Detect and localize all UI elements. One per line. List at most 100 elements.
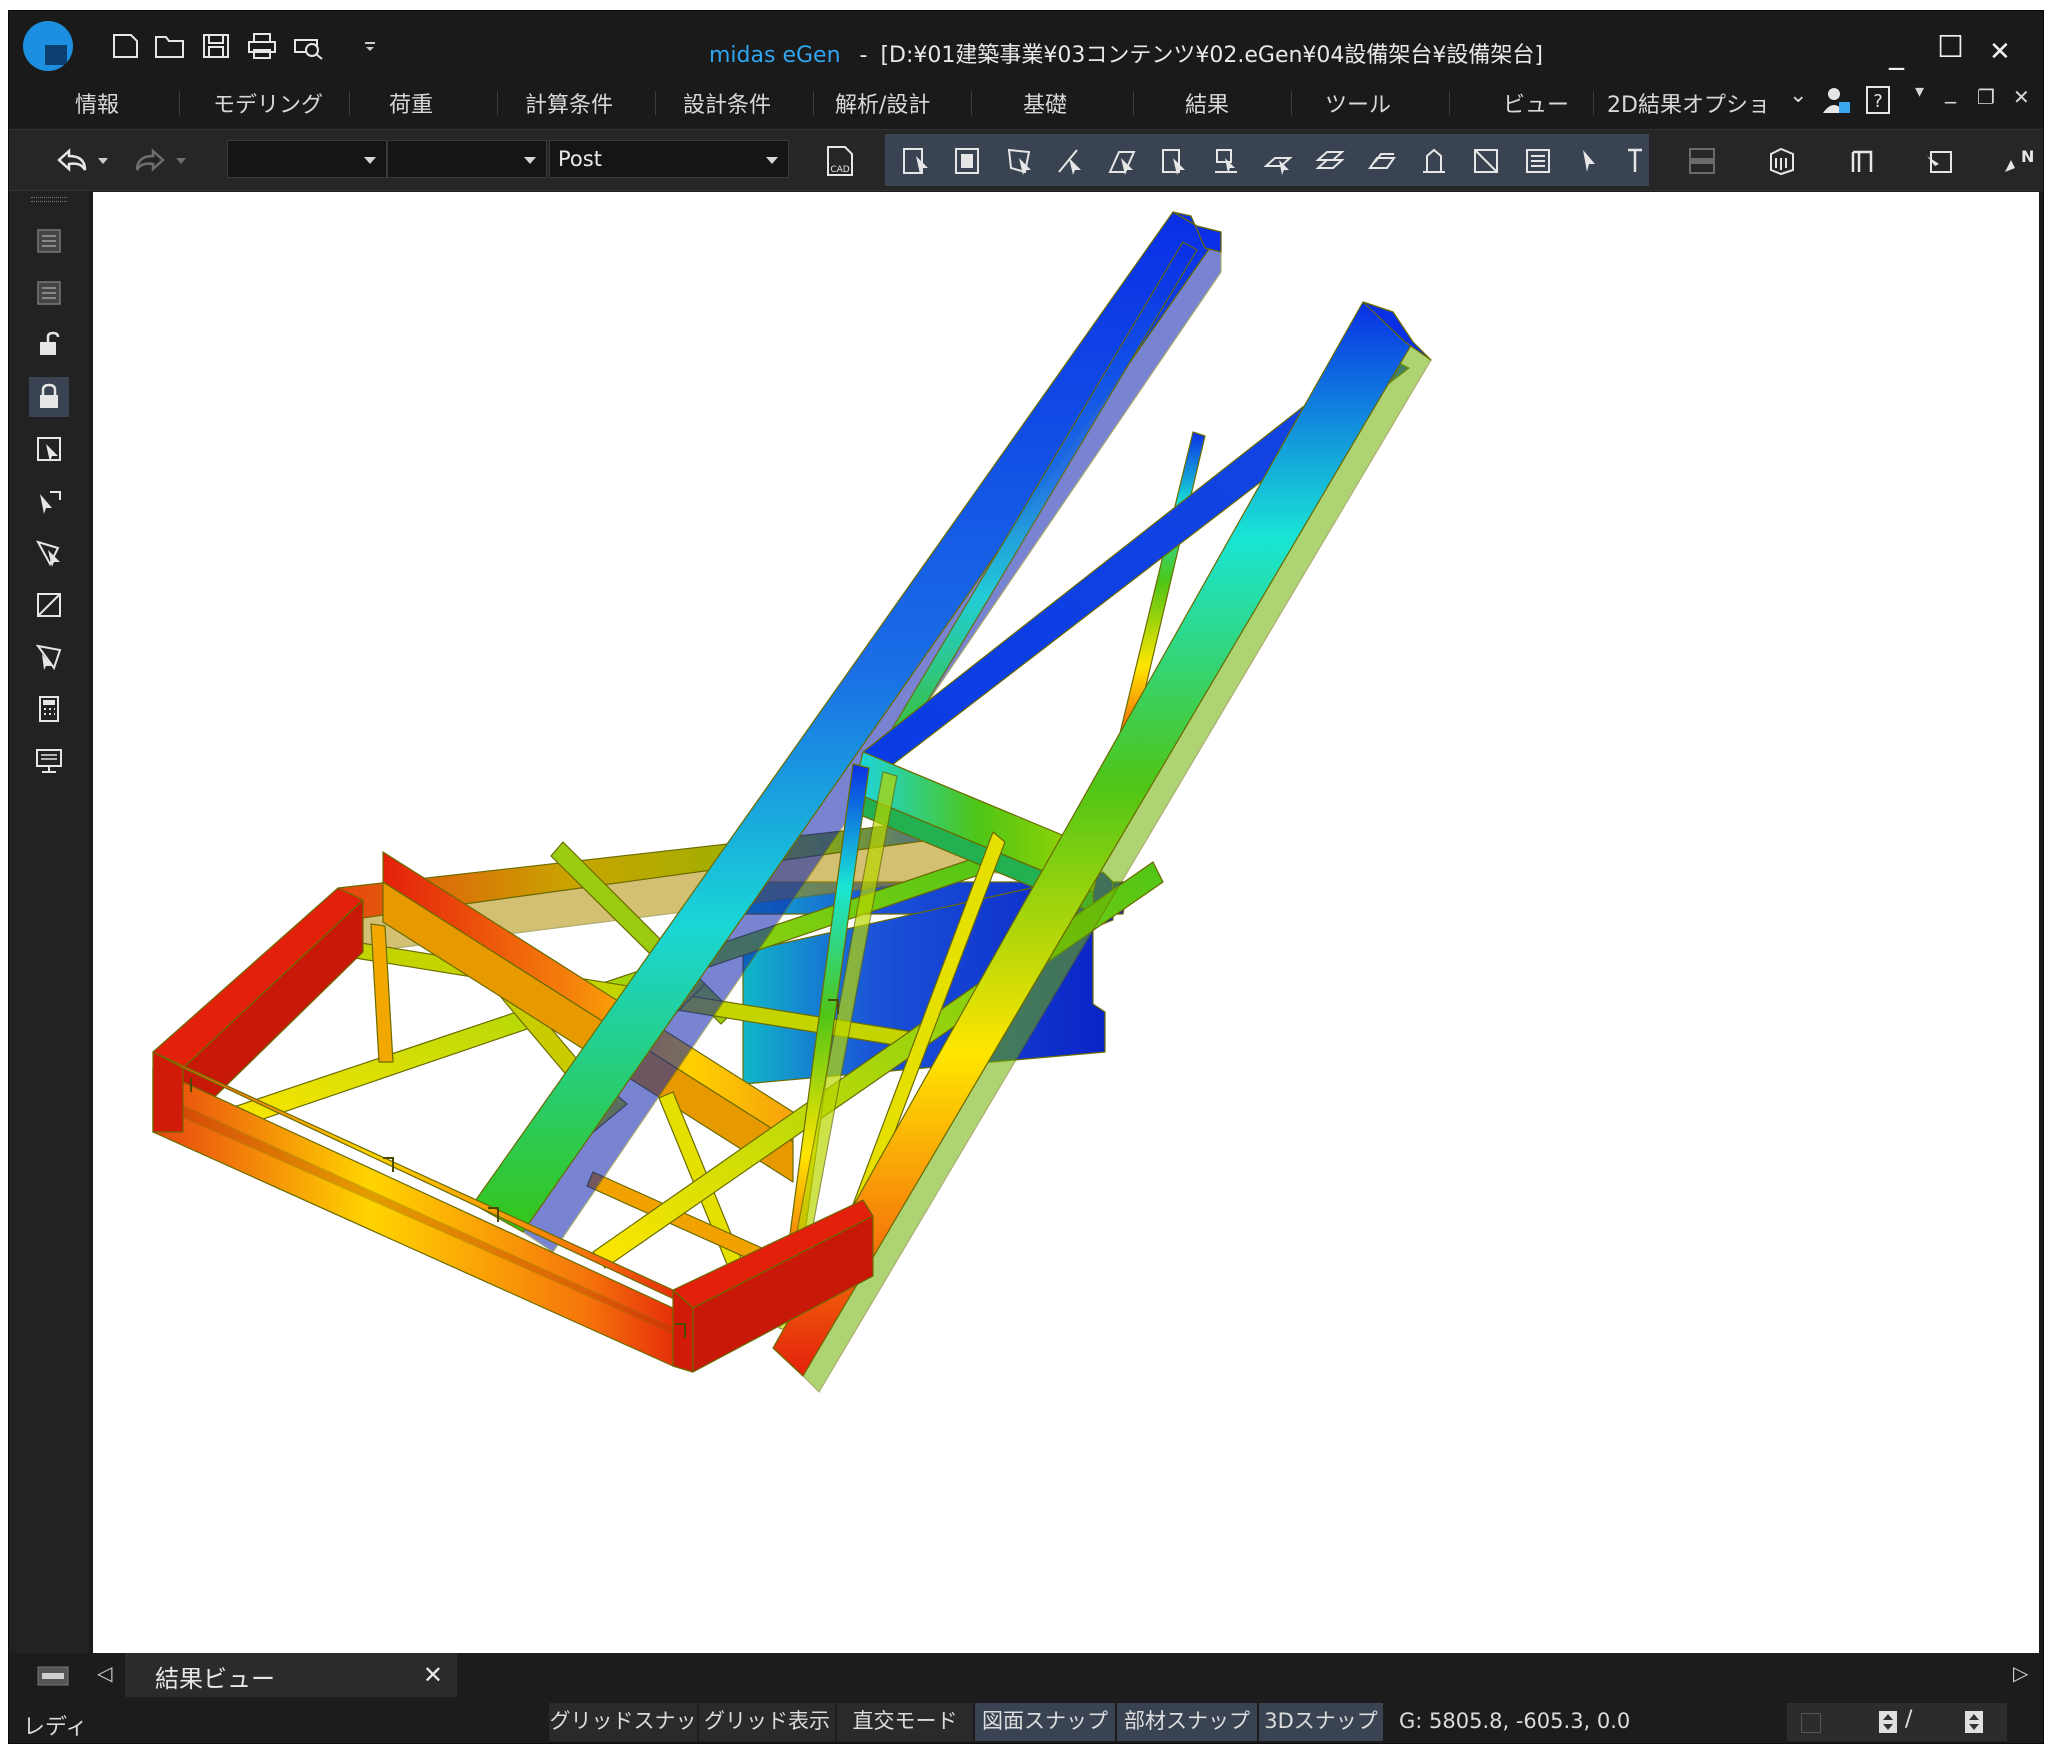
maximize-button[interactable]: ☐ — [1937, 33, 1964, 63]
main-toolbar: Post CAD N — [9, 129, 2043, 191]
chevron-down-icon — [364, 157, 376, 164]
grid-snap-toggle[interactable]: グリッドスナップ — [549, 1703, 697, 1741]
menu-bar: 情報 モデリング 荷重 計算条件 設計条件 解析/設計 基礎 結果 ツール ビュ… — [9, 75, 2043, 125]
unselect-icon[interactable] — [29, 637, 69, 677]
select-cross-icon[interactable] — [29, 585, 69, 625]
select-plane-xy-icon[interactable] — [1261, 144, 1295, 178]
spin-up-down-icon[interactable] — [1879, 1711, 1897, 1733]
menu-foundation[interactable]: 基礎 — [1023, 87, 1067, 119]
menu-more-chevron-icon[interactable]: ⌄ — [1789, 83, 1807, 108]
unlock-icon[interactable] — [29, 325, 69, 365]
print-preview-icon[interactable] — [291, 31, 325, 61]
menu-separator — [813, 91, 814, 115]
help-icon[interactable]: ? — [1861, 83, 1895, 117]
select-volume-icon[interactable] — [1157, 144, 1191, 178]
menu-2d-result-options[interactable]: 2D結果オプショ — [1607, 87, 1770, 119]
chevron-down-icon — [524, 157, 536, 164]
doc-restore-button[interactable]: ❐ — [1977, 85, 1995, 109]
tab-result-view[interactable]: 結果ビュー ✕ — [125, 1653, 457, 1697]
toolbar-grip[interactable] — [31, 197, 67, 202]
cad-import-icon[interactable]: CAD — [823, 144, 857, 178]
open-icon[interactable] — [153, 31, 187, 61]
app-name: midas eGen — [709, 43, 841, 68]
select-story-icon[interactable] — [1417, 144, 1451, 178]
menu-separator — [1291, 91, 1292, 115]
doc-minimize-button[interactable]: _ — [1945, 79, 1956, 104]
menu-design-conditions[interactable]: 設計条件 — [683, 87, 771, 119]
select-all-icon[interactable] — [29, 429, 69, 469]
menu-separator — [1449, 91, 1450, 115]
shade-view-icon[interactable] — [29, 273, 69, 313]
select-intersect-icon[interactable] — [1053, 144, 1087, 178]
select-single-icon[interactable] — [899, 144, 933, 178]
select-plane-icon[interactable] — [1105, 144, 1139, 178]
save-icon[interactable] — [199, 31, 233, 61]
select-frame-icon[interactable] — [1469, 144, 1503, 178]
select-pointer-icon[interactable] — [1573, 144, 1607, 178]
menu-tools[interactable]: ツール — [1325, 87, 1391, 119]
drawing-snap-toggle[interactable]: 図面スナップ — [975, 1703, 1115, 1741]
member-snap-toggle[interactable]: 部材スナップ — [1117, 1703, 1257, 1741]
stage-select[interactable]: Post — [549, 140, 789, 178]
print-icon[interactable] — [245, 31, 279, 61]
menu-info[interactable]: 情報 — [75, 87, 119, 119]
previous-selection-icon[interactable] — [29, 481, 69, 521]
select-list-icon[interactable] — [1521, 144, 1555, 178]
tab-scroll-left-button[interactable]: ◁ — [97, 1661, 112, 1685]
model-view-icon[interactable] — [1765, 144, 1799, 178]
tab-close-button[interactable]: ✕ — [423, 1661, 443, 1689]
calculator-icon[interactable] — [29, 689, 69, 729]
menu-view[interactable]: ビュー — [1503, 87, 1569, 119]
load-case-select[interactable] — [387, 140, 547, 178]
menu-load[interactable]: 荷重 — [389, 87, 433, 119]
svg-text:?: ? — [1873, 91, 1883, 112]
tab-scroll-right-button[interactable]: ▷ — [2013, 1661, 2028, 1685]
node-view-icon[interactable] — [1923, 144, 1957, 178]
page-spinbox[interactable]: / — [1787, 1703, 2007, 1741]
application-window: midas eGen - [D:¥01建築事業¥03コンテンツ¥02.eGen¥… — [8, 10, 2044, 1744]
select-plane-yz-icon[interactable] — [1365, 144, 1399, 178]
chevron-down-icon — [766, 157, 778, 164]
minimize-button[interactable]: _ — [1889, 39, 1904, 69]
unit-select[interactable] — [227, 140, 387, 178]
doc-close-button[interactable]: ✕ — [2013, 85, 2030, 109]
upper-brace-2 — [882, 241, 1198, 753]
display-toggle-icon[interactable] — [1685, 144, 1719, 178]
select-polygon-icon[interactable] — [1003, 144, 1037, 178]
help-dropdown-icon[interactable]: ▾ — [1915, 81, 1924, 102]
model-viewport[interactable] — [93, 192, 2039, 1653]
stage-select-value: Post — [558, 147, 602, 171]
lock-icon[interactable] — [29, 377, 69, 417]
structure-model-render — [152, 211, 1432, 1393]
select-property-icon[interactable] — [1209, 144, 1243, 178]
app-logo[interactable] — [23, 21, 73, 71]
select-window-icon[interactable] — [951, 144, 985, 178]
output-window-icon[interactable] — [37, 1665, 69, 1686]
select-polygon-left-icon[interactable] — [29, 533, 69, 573]
spinbox-field[interactable] — [1801, 1713, 1821, 1733]
menu-results[interactable]: 結果 — [1185, 87, 1229, 119]
menu-modeling[interactable]: モデリング — [213, 87, 323, 119]
undo-icon[interactable] — [55, 144, 89, 178]
spin-up-down-icon[interactable] — [1965, 1711, 1983, 1733]
select-plane-xz-icon[interactable] — [1313, 144, 1347, 178]
close-button[interactable]: ✕ — [1989, 37, 2011, 67]
text-tool-icon[interactable] — [1625, 144, 1645, 178]
user-icon[interactable] — [1819, 83, 1853, 117]
new-icon[interactable] — [109, 31, 143, 61]
menu-analysis-design[interactable]: 解析/設計 — [835, 87, 930, 119]
menu-calc-conditions[interactable]: 計算条件 — [525, 87, 613, 119]
redo-icon[interactable] — [133, 144, 167, 178]
hidden-view-icon[interactable] — [29, 221, 69, 261]
undo-dropdown-icon[interactable] — [95, 144, 111, 178]
menu-separator — [349, 91, 350, 115]
monitor-icon[interactable] — [29, 741, 69, 781]
ortho-mode-toggle[interactable]: 直交モード — [837, 1703, 973, 1741]
customize-icon[interactable] — [353, 31, 387, 61]
grid-display-toggle[interactable]: グリッド表示 — [699, 1703, 835, 1741]
frame-view-icon[interactable] — [1845, 144, 1879, 178]
north-arrow-icon[interactable]: N — [1999, 144, 2033, 178]
3d-snap-toggle[interactable]: 3Dスナップ — [1259, 1703, 1383, 1741]
menu-separator — [1133, 91, 1134, 115]
redo-dropdown-icon[interactable] — [173, 144, 189, 178]
